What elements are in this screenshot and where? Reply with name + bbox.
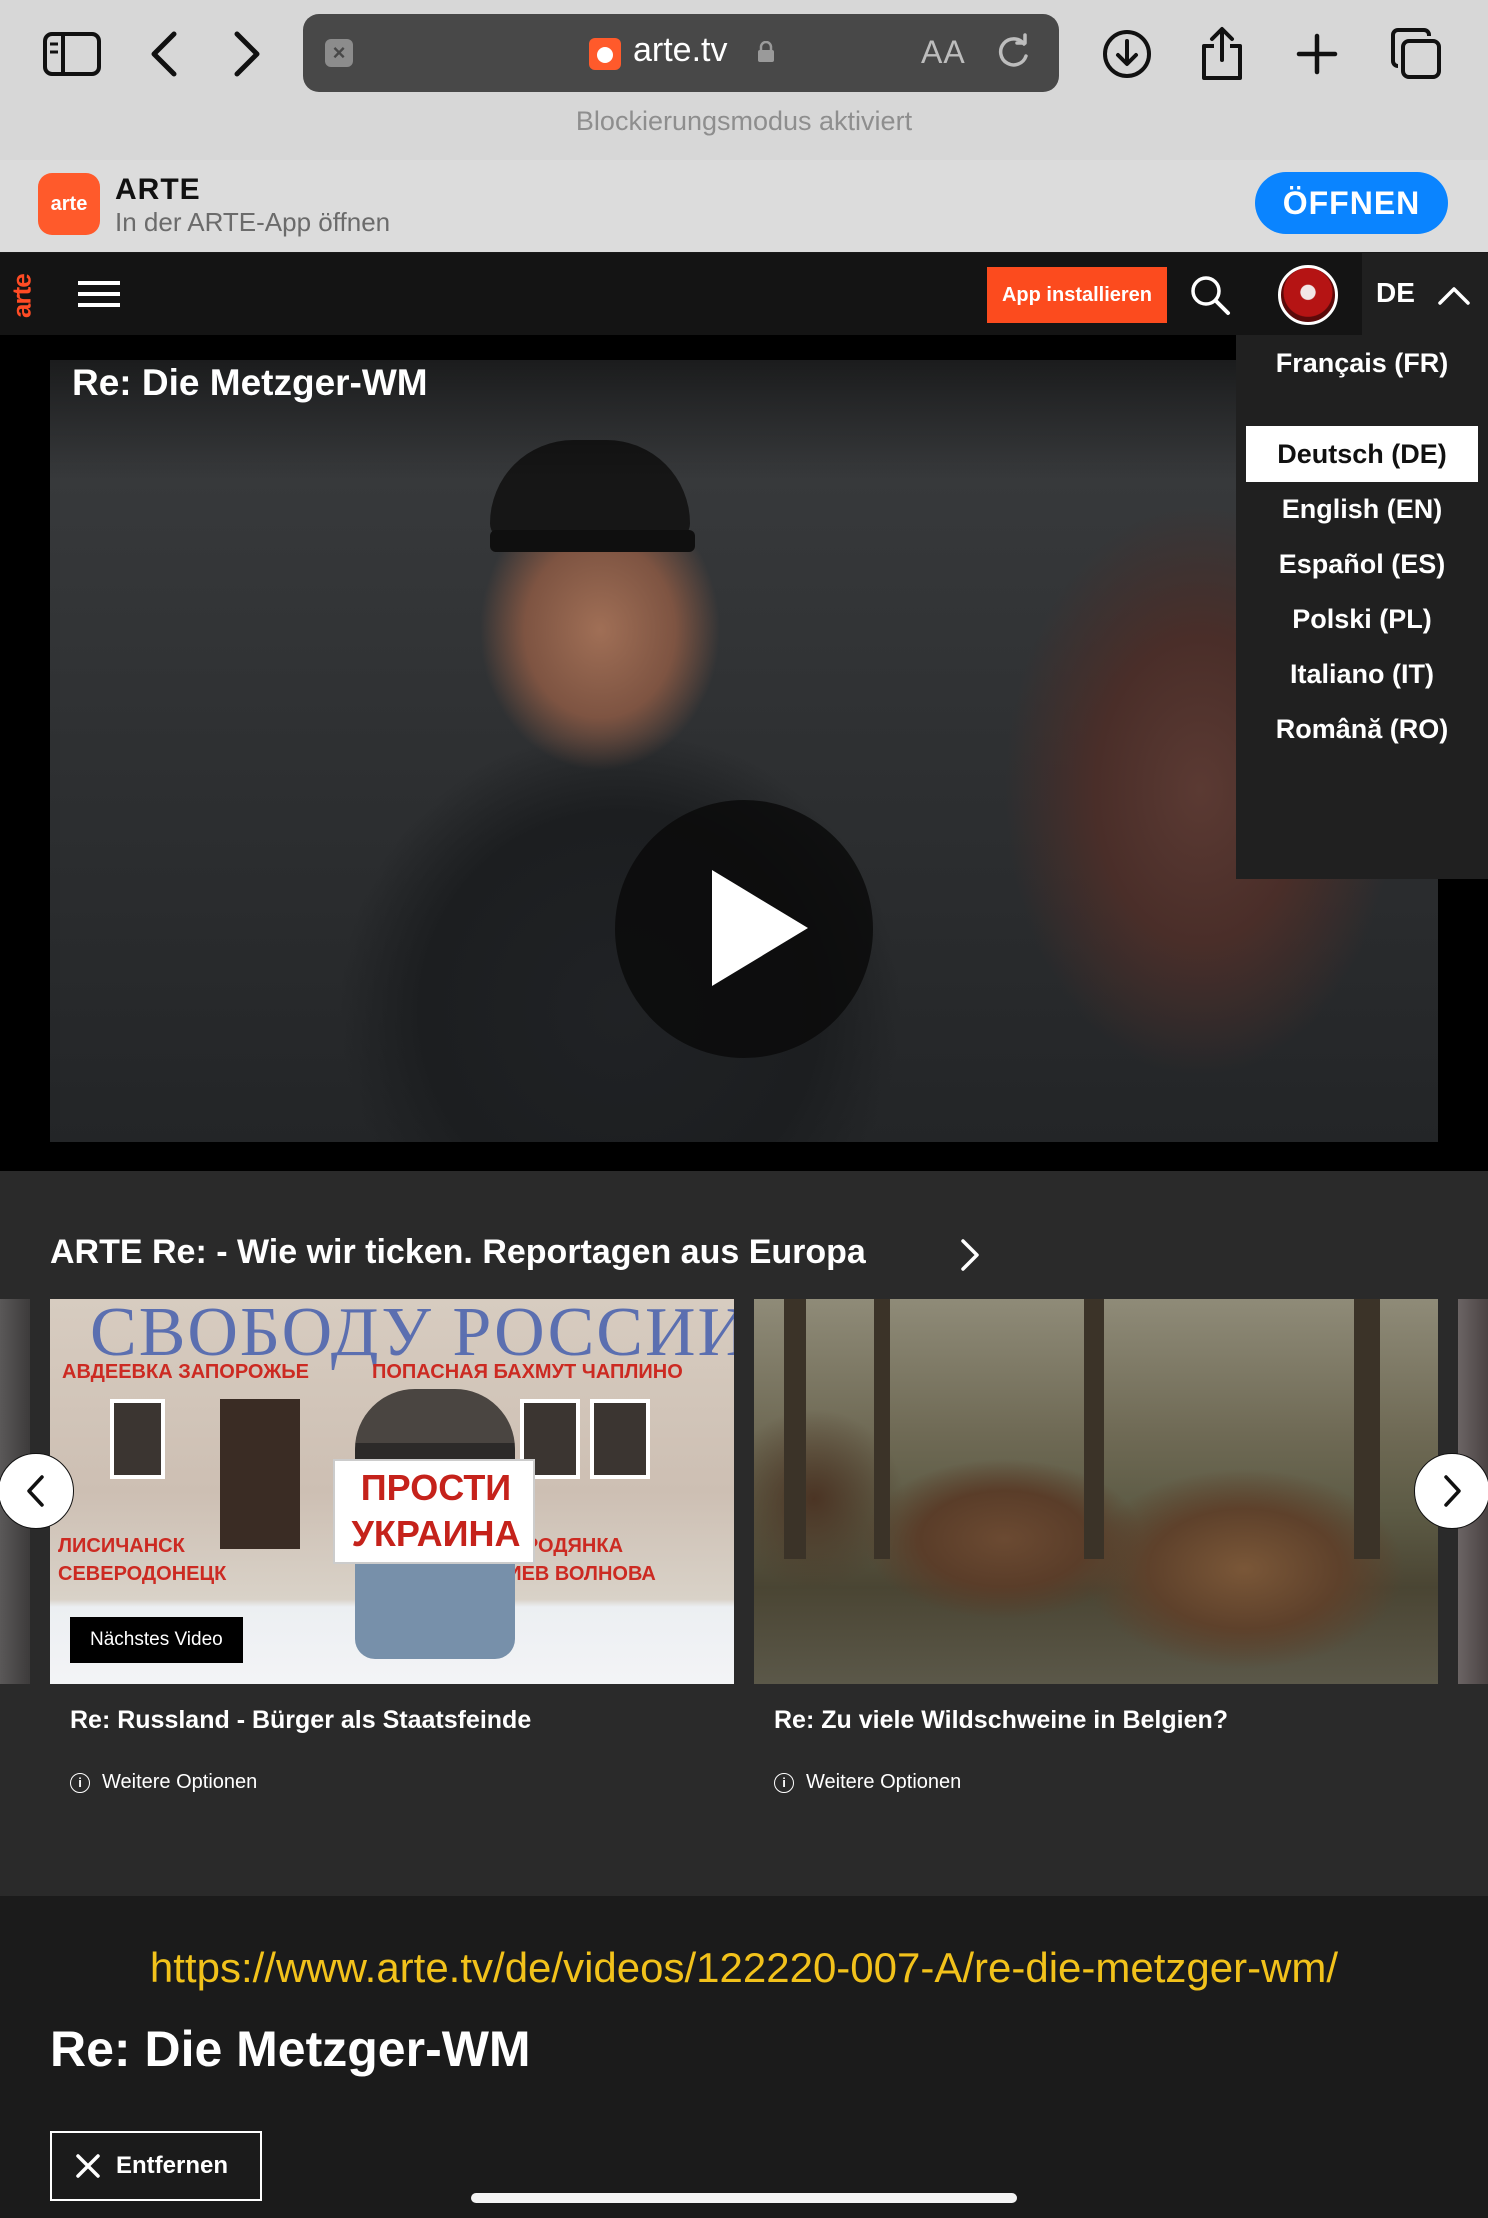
language-option-pl[interactable]: Polski (PL) (1246, 591, 1478, 647)
playlist-row: ARTE Re: - Wie wir ticken. Reportagen au… (0, 1171, 1488, 1896)
video-card[interactable]: СВОБОДУ РОССИИ АВДЕЕВКА ЗАПОРОЖЬЕ ПОПАСН… (50, 1299, 734, 1794)
thumb-tree (1084, 1299, 1104, 1559)
open-app-button[interactable]: ÖFFNEN (1255, 172, 1448, 234)
remove-button[interactable]: Entfernen (50, 2131, 262, 2201)
video-card[interactable]: Re: Zu viele Wildschweine in Belgien? i … (754, 1299, 1438, 1794)
thumb-tree (784, 1299, 806, 1559)
card-title[interactable]: Re: Zu viele Wildschweine in Belgien? (774, 1706, 1438, 1735)
chevron-right-icon (1444, 1475, 1461, 1507)
card-thumbnail[interactable] (754, 1299, 1438, 1684)
more-options-label: Weitere Optionen (102, 1771, 258, 1793)
chevron-up-icon (1438, 287, 1470, 305)
remove-label: Entfernen (116, 2152, 229, 2179)
app-name: ARTE (115, 173, 201, 206)
install-app-button[interactable]: App installieren (987, 267, 1167, 323)
video-still-cap-brim (490, 530, 695, 552)
chevron-right-icon[interactable] (955, 1237, 985, 1273)
video-url-text: https://www.arte.tv/de/videos/122220-007… (149, 1944, 1339, 1991)
reload-icon[interactable] (993, 32, 1033, 72)
card-title[interactable]: Re: Russland - Bürger als Staatsfeinde (70, 1706, 734, 1735)
video-player[interactable]: Re: Die Metzger-WM (50, 360, 1438, 1142)
language-option-en[interactable]: English (EN) (1246, 481, 1478, 537)
language-option-it[interactable]: Italiano (IT) (1246, 646, 1478, 702)
language-toggle[interactable]: DE (1362, 253, 1488, 335)
more-options-label: Weitere Optionen (806, 1771, 962, 1793)
user-avatar[interactable] (1278, 265, 1338, 325)
language-code: DE (1376, 277, 1415, 308)
address-bar[interactable]: × arte.tv AA (303, 14, 1059, 92)
chevron-left-icon (27, 1475, 44, 1507)
sign-line-1: ПРОСТИ (360, 1467, 512, 1508)
arte-app-logo: arte (38, 173, 100, 235)
thumb-wall-text: ПОПАСНАЯ БАХМУТ ЧАПЛИНО (372, 1361, 683, 1383)
back-icon[interactable] (132, 22, 196, 86)
reader-settings-button[interactable]: AA (921, 34, 966, 71)
thumb-window (590, 1399, 650, 1479)
carousel-prev-button[interactable] (0, 1453, 74, 1529)
thumb-wall-text: АВДЕЕВКА ЗАПОРОЖЬЕ (62, 1361, 310, 1383)
carousel-next-button[interactable] (1414, 1453, 1488, 1529)
card-thumbnail[interactable]: СВОБОДУ РОССИИ АВДЕЕВКА ЗАПОРОЖЬЕ ПОПАСН… (50, 1299, 734, 1684)
language-option-de[interactable]: Deutsch (DE) (1246, 426, 1478, 482)
search-icon[interactable] (1188, 273, 1232, 317)
home-indicator[interactable] (471, 2193, 1017, 2203)
menu-icon[interactable] (78, 281, 120, 307)
language-option-es[interactable]: Español (ES) (1246, 536, 1478, 592)
download-icon[interactable] (1095, 22, 1159, 86)
bottom-title: Re: Die Metzger-WM (50, 2021, 531, 2077)
app-subtitle: In der ARTE-App öffnen (115, 207, 391, 237)
new-tab-icon[interactable] (1285, 22, 1349, 86)
arte-logo[interactable]: arte (7, 261, 37, 331)
language-option-ro[interactable]: Română (RO) (1246, 701, 1478, 757)
video-title: Re: Die Metzger-WM (72, 362, 428, 403)
site-header: arte App installieren DE (0, 253, 1488, 335)
browser-toolbar: × arte.tv AA Blockierungsmodus aktiviert (0, 0, 1488, 160)
info-icon: i (70, 1772, 90, 1793)
close-tab-icon[interactable]: × (325, 39, 353, 67)
info-icon: i (774, 1772, 794, 1793)
language-option-fr[interactable]: Français (FR) (1246, 335, 1478, 391)
thumb-wall-text: ЛИСИЧАНСК (58, 1535, 185, 1557)
tabs-icon[interactable] (1384, 22, 1448, 86)
thumb-tree (874, 1299, 890, 1559)
language-menu: Français (FR) Deutsch (DE) English (EN) … (1236, 335, 1488, 879)
thumb-window (110, 1399, 165, 1479)
thumb-protest-sign: ПРОСТИ УКРАИНА (333, 1459, 535, 1564)
sign-line-2: УКРАИНА (351, 1513, 521, 1554)
forward-icon[interactable] (215, 22, 279, 86)
thumb-wall-text: СЕВЕРОДОНЕЦК (58, 1563, 227, 1585)
share-icon[interactable] (1190, 22, 1254, 86)
lock-icon (758, 41, 774, 62)
bottom-panel: https://www.arte.tv/de/videos/122220-007… (0, 1896, 1488, 2218)
address-domain: arte.tv (633, 31, 728, 69)
more-options-button[interactable]: i Weitere Optionen (70, 1771, 734, 1794)
close-icon (76, 2154, 100, 2178)
row-title[interactable]: ARTE Re: - Wie wir ticken. Reportagen au… (50, 1233, 866, 1272)
more-options-button[interactable]: i Weitere Optionen (774, 1771, 1438, 1794)
thumb-tree (1354, 1299, 1380, 1559)
arte-favicon-icon (589, 38, 621, 70)
play-icon (712, 870, 808, 986)
sidebar-icon[interactable] (40, 22, 104, 86)
play-button[interactable] (615, 800, 873, 1058)
smart-app-banner: arte ARTE In der ARTE-App öffnen ÖFFNEN (0, 160, 1488, 252)
thumb-door (220, 1399, 300, 1549)
next-video-badge: Nächstes Video (70, 1617, 243, 1663)
thumb-wall-text: КИЕВ ВОЛНОВА (495, 1563, 656, 1585)
lockdown-mode-status: Blockierungsmodus aktiviert (575, 106, 913, 136)
